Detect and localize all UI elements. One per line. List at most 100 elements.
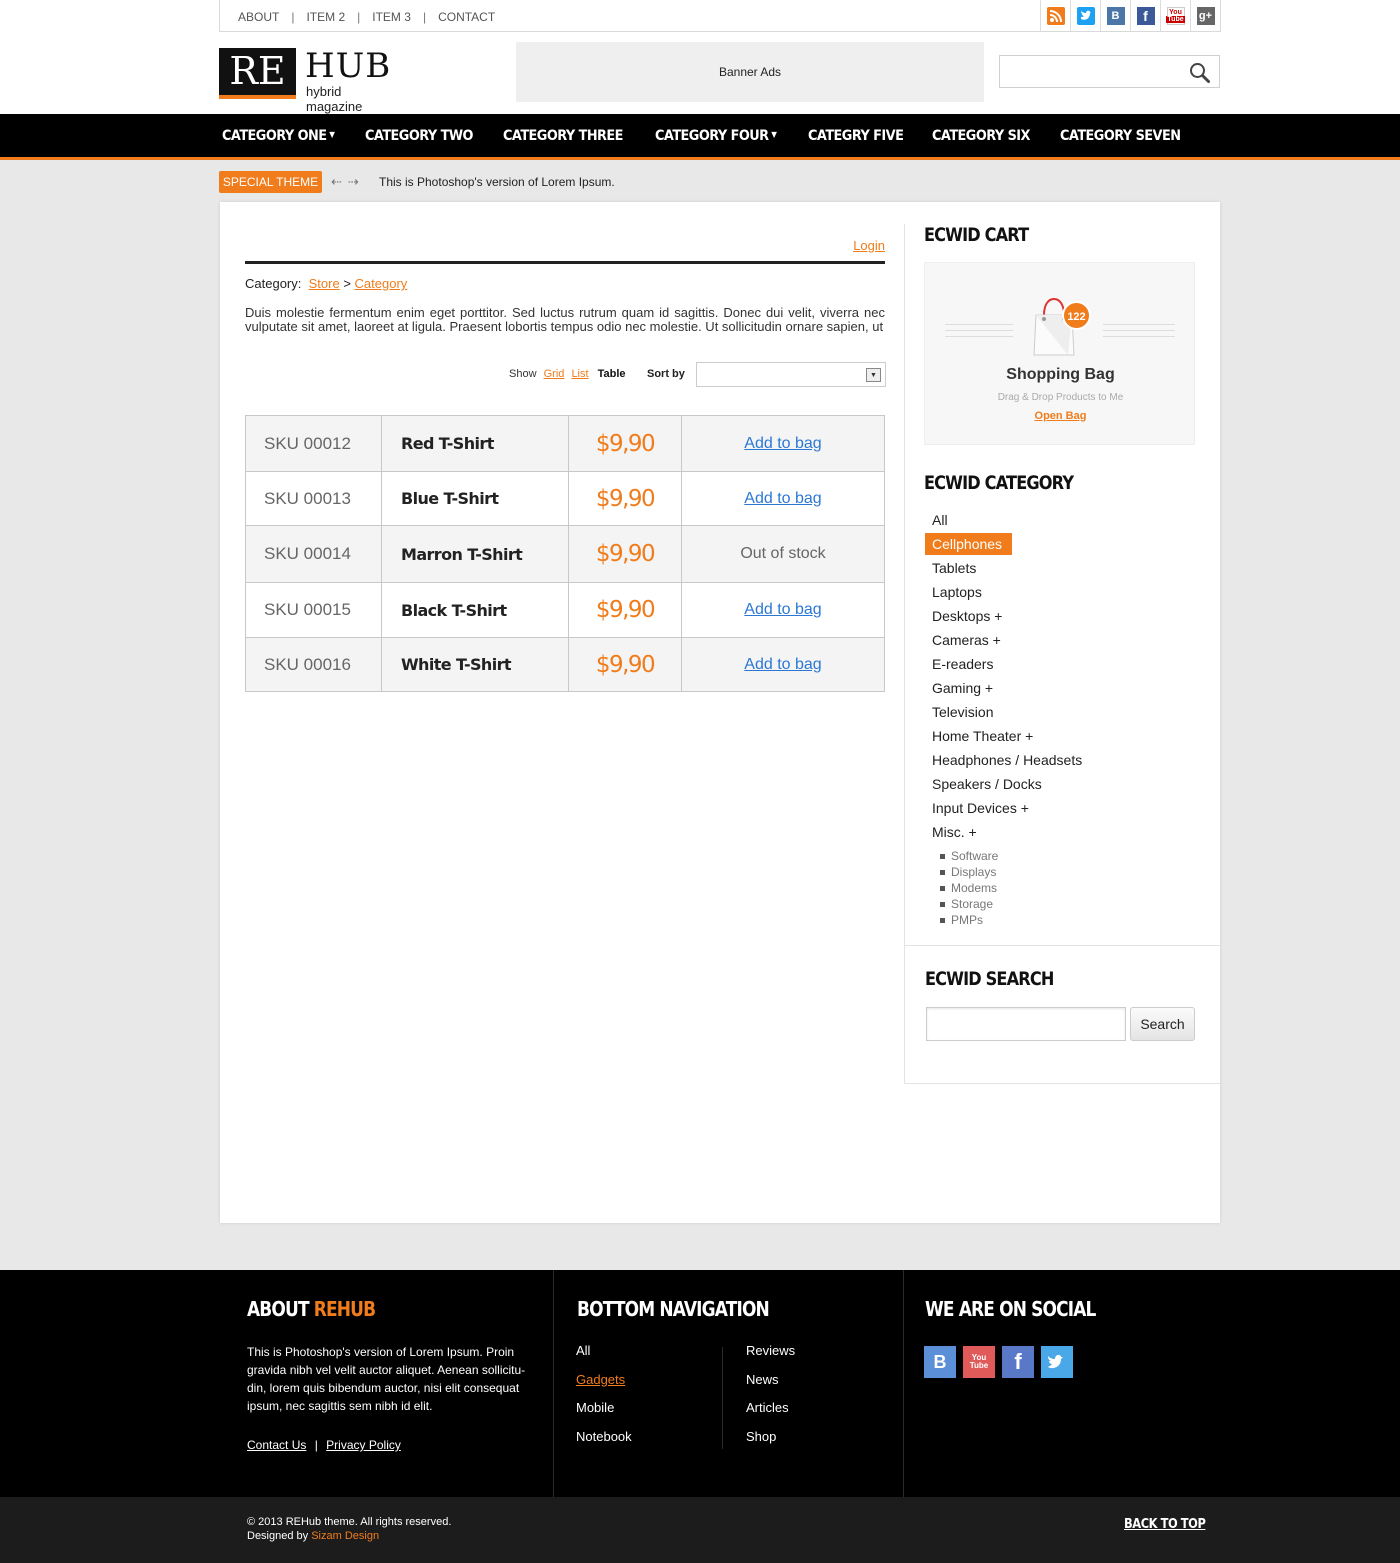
link-separator: |: [314, 1438, 318, 1452]
nav-category-four[interactable]: CATEGORY FOUR ▼: [655, 128, 777, 144]
view-switcher: Show Grid List Table: [509, 368, 626, 380]
google-plus-icon[interactable]: g+: [1190, 0, 1220, 31]
divider: [722, 1347, 723, 1449]
back-to-top-link[interactable]: BACK TO TOP: [1124, 1517, 1206, 1532]
copyright-text: © 2013 REHub theme. All rights reserved.: [247, 1516, 452, 1528]
banner-ad[interactable]: Banner Ads: [516, 42, 984, 102]
contact-us-link[interactable]: Contact Us: [247, 1438, 306, 1452]
category-item[interactable]: Headphones / Headsets: [925, 749, 1082, 773]
facebook-icon[interactable]: f: [1130, 0, 1160, 31]
top-link-item3[interactable]: ITEM 3: [372, 10, 411, 24]
product-name[interactable]: White T-Shirt: [381, 637, 569, 692]
footer-nav-item[interactable]: All: [576, 1343, 632, 1372]
nav-category-five[interactable]: CATEGRY FIVE: [808, 128, 904, 144]
table-row: SKU 00014 Marron T-Shirt $9,90 Out of st…: [245, 525, 885, 583]
login-link[interactable]: Login: [853, 238, 885, 253]
footer-nav-item[interactable]: News: [746, 1372, 795, 1401]
privacy-policy-link[interactable]: Privacy Policy: [326, 1438, 401, 1452]
footer-nav-item[interactable]: Articles: [746, 1400, 795, 1429]
product-name[interactable]: Red T-Shirt: [381, 415, 569, 472]
arrow-right-icon[interactable]: ⇢: [348, 174, 365, 189]
search-button[interactable]: Search: [1130, 1007, 1195, 1041]
top-link-about[interactable]: ABOUT: [238, 10, 279, 24]
footer-nav-item[interactable]: Reviews: [746, 1343, 795, 1372]
twitter-icon[interactable]: [1070, 0, 1100, 31]
nav-category-one[interactable]: CATEGORY ONE ▼: [222, 128, 335, 144]
rss-icon[interactable]: [1040, 0, 1070, 31]
ticker-arrows: ⇠⇢: [331, 174, 365, 190]
category-item[interactable]: Tablets: [925, 557, 1082, 581]
add-to-bag-link[interactable]: Add to bag: [744, 435, 821, 452]
product-name[interactable]: Black T-Shirt: [381, 582, 569, 638]
youtube-icon[interactable]: You Tube: [1160, 0, 1190, 31]
header: ABOUT | ITEM 2 | ITEM 3 | CONTACT B f You Tube …: [0, 0, 1400, 114]
category-item[interactable]: Input Devices +: [925, 797, 1082, 821]
footer: ABOUT REHUB This is Photoshop's version …: [0, 1270, 1400, 1497]
main-nav: CATEGORY ONE ▼ CATEGORY TWO CATEGORY THRE…: [0, 114, 1400, 160]
header-search-input[interactable]: [999, 55, 1220, 88]
top-link-item2[interactable]: ITEM 2: [306, 10, 345, 24]
subcategory-item[interactable]: PMPs: [940, 913, 998, 929]
add-to-bag-link[interactable]: Add to bag: [744, 656, 821, 673]
facebook-icon[interactable]: f: [1002, 1346, 1034, 1378]
product-name[interactable]: Blue T-Shirt: [381, 471, 569, 526]
ticker-text[interactable]: This is Photoshop's version of Lorem Ips…: [379, 175, 615, 189]
category-item[interactable]: Misc. +: [925, 821, 1082, 845]
nav-category-seven[interactable]: CATEGORY SEVEN: [1060, 128, 1181, 144]
crumb-category-link[interactable]: Category: [355, 276, 408, 291]
category-item-active[interactable]: Cellphones: [925, 533, 1013, 555]
view-list-link[interactable]: List: [571, 368, 588, 380]
product-name[interactable]: Marron T-Shirt: [381, 525, 569, 583]
vk-icon[interactable]: B: [1100, 0, 1130, 31]
designed-by-label: Designed by: [247, 1530, 312, 1542]
category-item[interactable]: Cameras +: [925, 629, 1082, 653]
category-item[interactable]: Desktops +: [925, 605, 1082, 629]
top-link-contact[interactable]: CONTACT: [438, 10, 495, 24]
category-item[interactable]: All: [925, 509, 1082, 533]
footer-nav-item[interactable]: Shop: [746, 1429, 795, 1458]
arrow-left-icon[interactable]: ⇠: [331, 174, 348, 189]
crumb-store-link[interactable]: Store: [309, 276, 340, 291]
search-heading: ECWID SEARCH: [925, 968, 1054, 990]
nav-category-six[interactable]: CATEGORY SIX: [932, 128, 1030, 144]
category-item[interactable]: Television: [925, 701, 1082, 725]
search-icon[interactable]: [1189, 62, 1211, 89]
logo-name: HUB: [305, 46, 392, 86]
sort-select[interactable]: ▼: [696, 362, 886, 387]
site-logo[interactable]: RE HUB hybrid magazine: [219, 46, 399, 114]
chevron-down-icon: ▼: [329, 129, 335, 139]
footer-nav-col2: Reviews News Articles Shop: [746, 1343, 795, 1457]
crumb-label: Category:: [245, 276, 302, 291]
ecwid-search-input[interactable]: [926, 1007, 1126, 1041]
youtube-icon[interactable]: You Tube: [963, 1346, 995, 1378]
nav-label: CATEGORY TWO: [365, 127, 473, 144]
chevron-down-icon[interactable]: ▼: [866, 368, 881, 382]
product-action: Add to bag: [681, 582, 885, 638]
footer-nav-item-active[interactable]: Gadgets: [576, 1372, 632, 1401]
footer-nav-item[interactable]: Mobile: [576, 1400, 632, 1429]
add-to-bag-link[interactable]: Add to bag: [744, 601, 821, 618]
subcategory-item[interactable]: Storage: [940, 897, 998, 913]
subcategory-item[interactable]: Software: [940, 849, 998, 865]
subcategory-item[interactable]: Displays: [940, 865, 998, 881]
view-table-link[interactable]: Table: [598, 368, 626, 380]
category-item[interactable]: Gaming +: [925, 677, 1082, 701]
twitter-icon[interactable]: [1041, 1346, 1073, 1378]
category-item[interactable]: E-readers: [925, 653, 1082, 677]
vk-icon[interactable]: B: [924, 1346, 956, 1378]
table-row: SKU 00013 Blue T-Shirt $9,90 Add to bag: [245, 471, 885, 526]
subcategory-item[interactable]: Modems: [940, 881, 998, 897]
view-grid-link[interactable]: Grid: [544, 368, 565, 380]
designer-link[interactable]: Sizam Design: [311, 1530, 379, 1542]
category-item[interactable]: Laptops: [925, 581, 1082, 605]
product-price: $9,90: [568, 582, 682, 638]
nav-category-two[interactable]: CATEGORY TWO: [365, 128, 473, 144]
nav-category-three[interactable]: CATEGORY THREE: [503, 128, 623, 144]
open-bag-link[interactable]: Open Bag: [925, 410, 1196, 422]
cart-widget[interactable]: 122 Shopping Bag Drag & Drop Products to…: [924, 262, 1195, 445]
category-item[interactable]: Home Theater +: [925, 725, 1082, 749]
footer-nav-item[interactable]: Notebook: [576, 1429, 632, 1458]
decor-line: [945, 336, 1013, 337]
add-to-bag-link[interactable]: Add to bag: [744, 490, 821, 507]
category-item[interactable]: Speakers / Docks: [925, 773, 1082, 797]
